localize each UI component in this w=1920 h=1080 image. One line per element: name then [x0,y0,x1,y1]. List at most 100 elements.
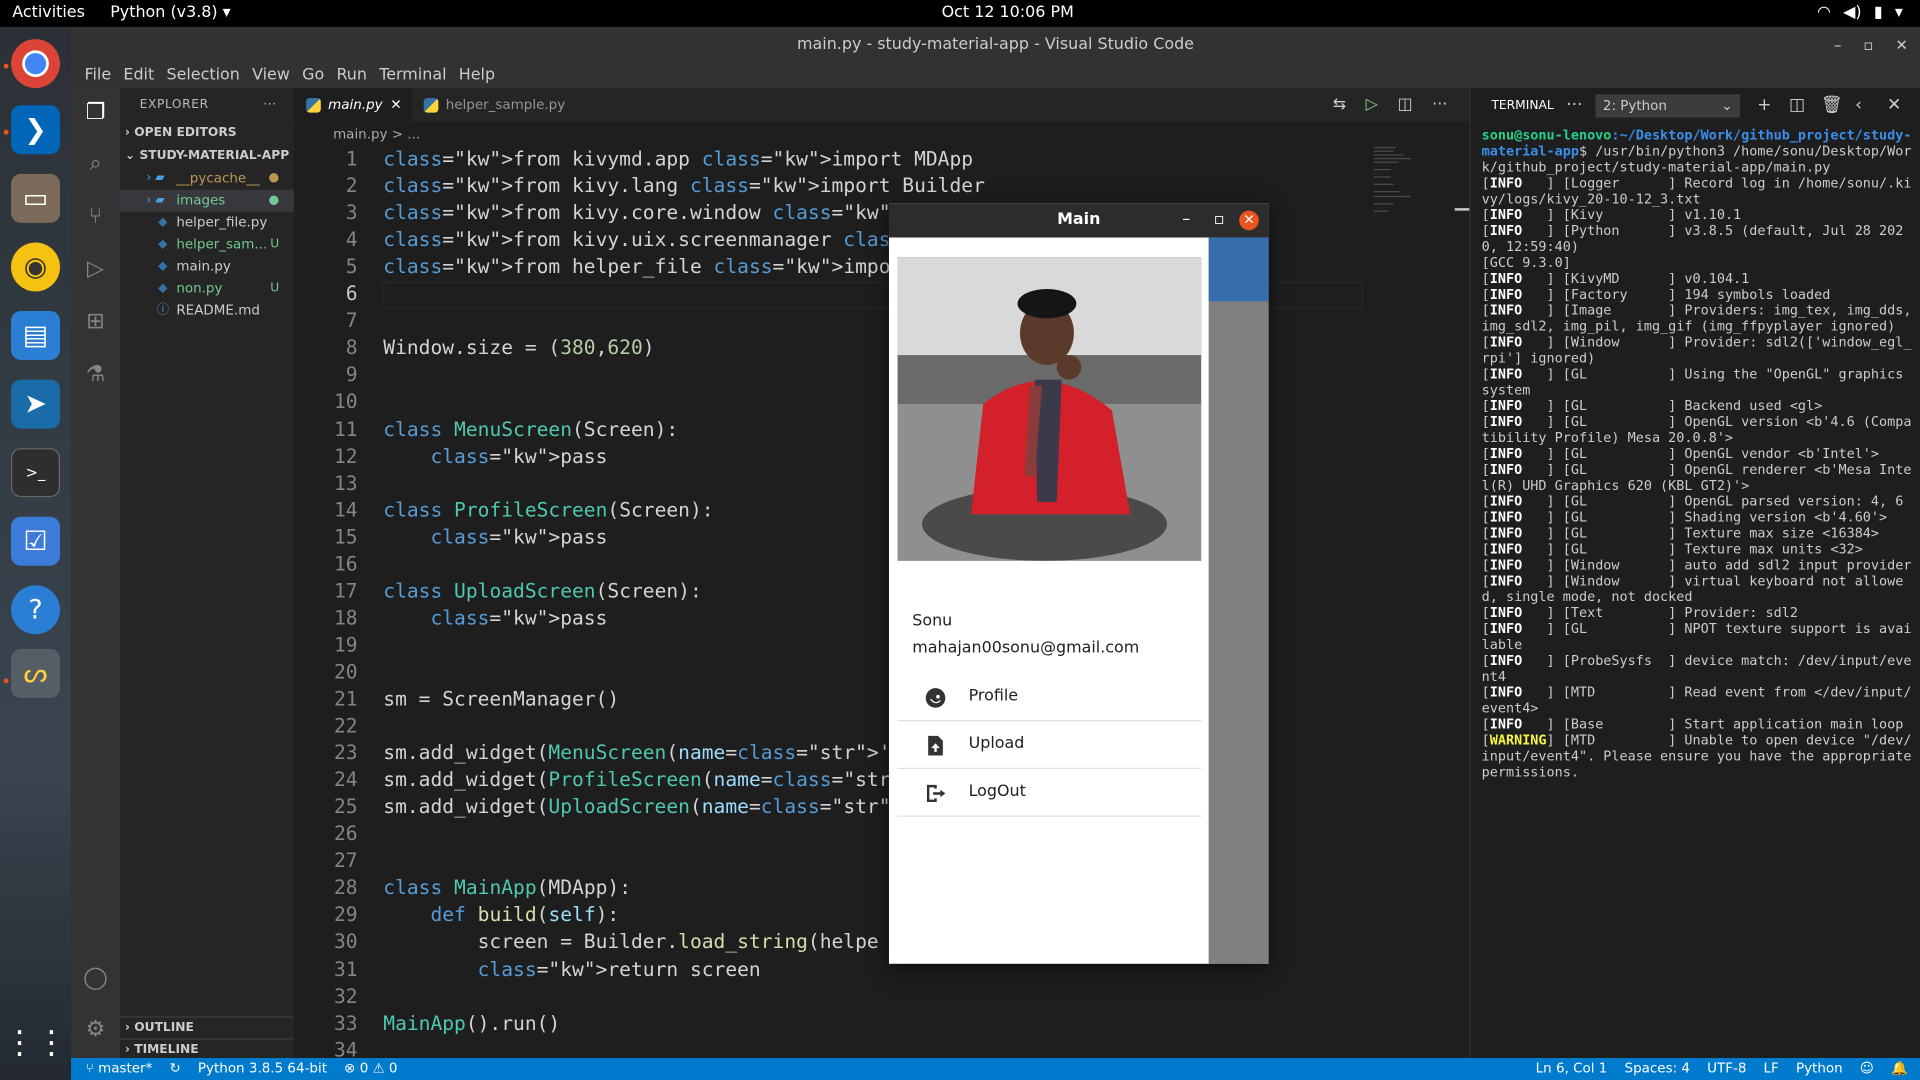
app-grid-icon[interactable]: ⋮⋮ [4,1019,68,1068]
testing-icon[interactable]: ⚗ [81,360,110,389]
terminal-selector[interactable]: 2: Python ⌄ [1595,94,1741,118]
code-line[interactable]: Window.size = (380,620) [383,336,654,359]
vscode-icon[interactable]: ❯ [11,105,61,155]
chrome-icon[interactable] [11,39,61,89]
menu-go[interactable]: Go [296,64,330,88]
drawer-item-upload[interactable]: Upload [897,721,1202,769]
app-menu[interactable]: Python (v3.8) ▾ [110,4,230,22]
chevron-left-icon[interactable]: ‹ [1855,96,1862,116]
search-icon[interactable]: ⌕ [81,149,110,178]
extensions-icon[interactable]: ⊞ [81,307,110,336]
terminal-output[interactable]: sonu@sonu-lenovo:~/Desktop/Work/github_p… [1482,127,1913,780]
terminal-icon[interactable]: >_ [11,448,61,498]
run-file-icon[interactable]: ▷ [1366,96,1378,114]
tab-helper-sample-py[interactable]: helper_sample.py [411,88,565,122]
indentation-status[interactable]: Spaces: 4 [1625,1058,1690,1080]
tab-main-py[interactable]: main.py ✕ [293,88,412,123]
feedback-icon[interactable]: ☺ [1860,1058,1874,1080]
close-button[interactable]: ✕ [1239,210,1259,231]
file-item[interactable]: ◆ helper_file.py [120,212,294,234]
code-line[interactable]: sm = ScreenManager() [383,687,619,710]
code-line[interactable]: class MenuScreen(Screen): [383,417,678,440]
python-icon[interactable]: ᔕ [11,648,61,698]
new-terminal-icon[interactable]: + [1757,96,1771,116]
project-section[interactable]: ⌄ STUDY-MATERIAL-APP [120,146,294,168]
problems-status[interactable]: ⊗ 0 ⚠ 0 [344,1058,397,1080]
interpreter-status[interactable]: Python 3.8.5 64-bit [198,1058,327,1080]
open-editors-section[interactable]: › OPEN EDITORS [120,122,294,144]
cursor-position[interactable]: Ln 6, Col 1 [1536,1058,1608,1080]
outline-section[interactable]: › OUTLINE [120,1016,294,1038]
run-debug-icon[interactable]: ▷ [81,255,110,284]
account-icon[interactable]: ◯ [81,964,110,993]
more-actions-icon[interactable]: ··· [1566,96,1582,116]
files-icon[interactable]: ▭ [11,173,61,223]
menu-run[interactable]: Run [330,64,373,88]
code-line[interactable]: class ProfileScreen(Screen): [383,498,713,521]
folder-item[interactable]: › ▰ __pycache__ ● [120,168,294,190]
code-line[interactable]: def build(self): [383,903,619,926]
code-line[interactable]: MainApp().run() [383,1011,560,1034]
breadcrumb[interactable]: main.py > ... [294,122,420,146]
writer-icon[interactable]: ▤ [11,311,61,361]
close-button[interactable]: ✕ [1895,27,1907,64]
more-actions-icon[interactable]: ··· [263,88,277,122]
code-line[interactable]: class="kw">pass [383,525,607,548]
sync-icon[interactable]: ↻ [169,1058,180,1080]
maximize-button[interactable]: ▫ [1214,203,1225,237]
clock[interactable]: Oct 12 10:06 PM [942,4,1074,22]
maximize-button[interactable]: ▫ [1863,27,1873,64]
scrim-toolbar[interactable] [1208,237,1269,964]
code-line[interactable]: class UploadScreen(Screen): [383,579,702,602]
source-control-icon[interactable]: ⑂ [81,202,110,231]
minimize-button[interactable]: – [1834,27,1841,64]
todo-icon[interactable]: ☑ [11,516,61,566]
bell-icon[interactable]: 🔔 [1891,1058,1908,1080]
more-actions-icon[interactable]: ··· [1432,96,1447,114]
drawer-item-profile[interactable]: Profile [897,673,1202,722]
help-icon[interactable]: ? [11,585,61,635]
folder-item[interactable]: › ▰ images ● [120,189,294,212]
split-editor-icon[interactable]: ◫ [1398,96,1413,114]
explorer-icon[interactable]: ❐ [81,98,110,127]
eol-status[interactable]: LF [1764,1058,1779,1080]
code-line[interactable]: class="kw">from kivy.lang class="kw">imp… [383,174,985,197]
encoding-status[interactable]: UTF-8 [1707,1058,1746,1080]
code-line[interactable]: class="kw">pass [383,606,607,629]
system-tray[interactable]: ◠ ◀) ▮ ▾ [1817,4,1903,22]
menu-help[interactable]: Help [453,64,502,88]
menu-view[interactable]: View [246,64,296,88]
line-number: 24 [333,767,358,792]
trash-icon[interactable]: 🗑 [1821,96,1843,116]
scrollbar-marker[interactable] [1454,208,1470,211]
language-status[interactable]: Python [1796,1058,1843,1080]
split-terminal-icon[interactable]: ◫ [1789,96,1805,116]
code-line[interactable]: screen = Builder.load_string(helpe [383,930,879,953]
minimize-button[interactable]: – [1182,203,1190,237]
menu-terminal[interactable]: Terminal [373,64,453,88]
code-line[interactable]: sm.add_widget(MenuScreen(name=class="str… [383,741,973,764]
terminal-tab[interactable]: TERMINAL [1491,99,1553,112]
file-item[interactable]: ⓘ README.md [120,300,294,322]
activities-button[interactable]: Activities [12,4,85,22]
menu-selection[interactable]: Selection [160,64,246,88]
minimap[interactable] [1371,144,1457,217]
file-item[interactable]: ◆ main.py [120,256,294,278]
open-changes-icon[interactable]: ⇆ [1333,96,1346,114]
close-tab-icon[interactable]: ✕ [390,88,401,122]
close-icon[interactable]: ✕ [1887,96,1901,116]
code-line[interactable]: class="kw">pass [383,444,607,467]
software-icon[interactable]: ➤ [11,379,61,429]
code-line[interactable]: class="kw">from kivymd.app class="kw">im… [383,147,973,170]
branch-status[interactable]: ⑂ master* [86,1058,153,1080]
menu-file[interactable]: File [78,64,117,88]
file-item[interactable]: ◆ non.py U [120,278,294,300]
drawer-item-logout[interactable]: LogOut [897,769,1202,817]
file-item[interactable]: ◆ helper_sam... U [120,234,294,256]
code-line[interactable]: class MainApp(MDApp): [383,876,631,899]
rhythmbox-icon[interactable]: ◉ [11,242,61,292]
menu-edit[interactable]: Edit [117,64,160,88]
gear-icon[interactable]: ⚙ [81,1015,110,1044]
code-line[interactable]: class="kw">return screen [383,957,761,980]
line-number: 15 [333,524,358,549]
